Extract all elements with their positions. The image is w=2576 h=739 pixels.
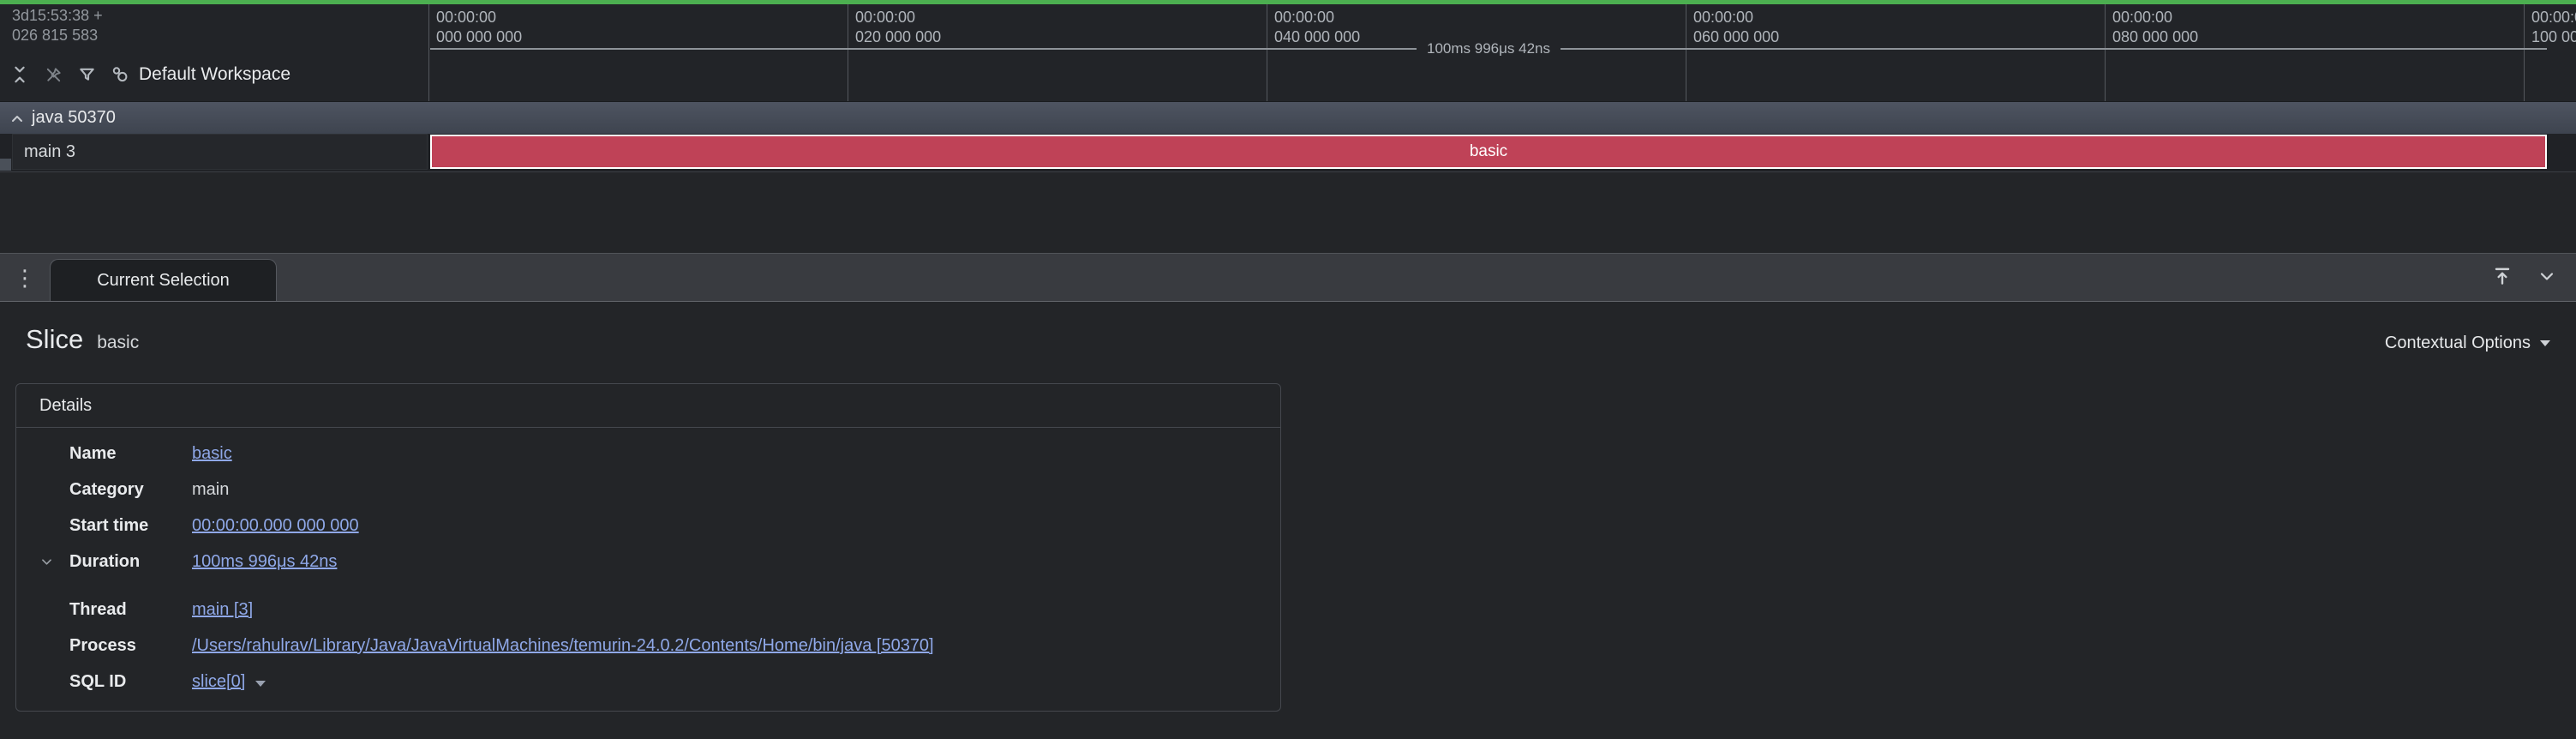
current-selection-panel: Slice basic Contextual Options Details N… bbox=[0, 302, 2576, 739]
tab-label: Current Selection bbox=[97, 271, 230, 291]
selection-duration-label: 100ms 996μs 42ns bbox=[1417, 40, 1561, 57]
detail-row-duration: Duration 100ms 996μs 42ns bbox=[16, 544, 1280, 580]
trace-time-offset: 3d15:53:38 + 026 815 583 bbox=[12, 6, 103, 45]
detail-value: main bbox=[192, 480, 229, 500]
filter-icon[interactable] bbox=[75, 63, 98, 86]
page-title: Slice bbox=[26, 324, 83, 355]
chevron-down-icon[interactable] bbox=[2535, 264, 2559, 288]
slice-label: basic bbox=[1470, 142, 1507, 161]
contextual-options-button[interactable]: Contextual Options bbox=[2385, 333, 2550, 353]
detail-label: Category bbox=[69, 480, 192, 500]
perfetto-trace-viewer: 00:00:00000 000 000 00:00:00020 000 000 … bbox=[0, 0, 2576, 739]
contextual-options-label: Contextual Options bbox=[2385, 333, 2531, 353]
details-section: Details Name basic Category main Start t… bbox=[15, 383, 1281, 712]
timeline-empty-area bbox=[0, 172, 2576, 253]
track-shelf[interactable]: main 3 bbox=[12, 134, 428, 170]
name-link[interactable]: basic bbox=[192, 444, 232, 464]
drawer-controls bbox=[2490, 264, 2559, 288]
detail-row-category: Category main bbox=[16, 472, 1280, 508]
process-group-header[interactable]: java 50370 bbox=[0, 101, 2576, 134]
workspaces-icon bbox=[109, 63, 131, 86]
slice-basic[interactable]: basic bbox=[430, 135, 2547, 169]
detail-label: Thread bbox=[69, 600, 192, 620]
details-rows: Name basic Category main Start time 00:0… bbox=[16, 428, 1280, 711]
tab-current-selection[interactable]: Current Selection bbox=[50, 259, 277, 301]
pin-off-icon[interactable] bbox=[42, 63, 64, 86]
start-time-link[interactable]: 00:00:00.000 000 000 bbox=[192, 516, 359, 536]
process-group-label: java 50370 bbox=[32, 108, 116, 128]
duration-link[interactable]: 100ms 996μs 42ns bbox=[192, 552, 337, 572]
page-subtitle: basic bbox=[97, 333, 139, 353]
expand-panel-icon[interactable] bbox=[2490, 264, 2514, 288]
detail-label: Process bbox=[69, 636, 192, 656]
detail-row-start-time: Start time 00:00:00.000 000 000 bbox=[16, 508, 1280, 544]
caret-down-icon bbox=[2540, 340, 2550, 346]
workspace-label: Default Workspace bbox=[139, 64, 291, 85]
timeline-header: 00:00:00000 000 000 00:00:00020 000 000 … bbox=[0, 4, 2576, 101]
kebab-menu-icon[interactable]: ⋮ bbox=[14, 265, 34, 291]
sql-id-dropdown-icon[interactable] bbox=[255, 681, 266, 687]
detail-label: Duration bbox=[69, 552, 192, 572]
process-link[interactable]: /Users/rahulrav/Library/Java/JavaVirtual… bbox=[192, 636, 934, 656]
group-indicator-strip bbox=[0, 159, 11, 171]
detail-row-process: Process /Users/rahulrav/Library/Java/Jav… bbox=[16, 628, 1280, 664]
selection-title-row: Slice basic Contextual Options bbox=[0, 302, 2576, 355]
expand-duration-icon[interactable] bbox=[40, 557, 69, 567]
thread-track-row: main 3 basic bbox=[0, 134, 2576, 171]
track-label: main 3 bbox=[24, 142, 75, 162]
chevron-up-icon bbox=[10, 113, 24, 123]
workspace-selector[interactable]: Default Workspace bbox=[109, 63, 291, 86]
detail-label: SQL ID bbox=[69, 672, 192, 692]
track-toolbar: Default Workspace bbox=[9, 57, 291, 92]
detail-row-name: Name basic bbox=[16, 436, 1280, 472]
thread-link[interactable]: main [3] bbox=[192, 600, 253, 620]
ruler-tick bbox=[428, 4, 429, 101]
detail-row-sql-id: SQL ID slice[0] bbox=[16, 664, 1280, 700]
selection-duration-measure: 100ms 996μs 42ns bbox=[430, 41, 2547, 57]
detail-row-thread: Thread main [3] bbox=[16, 592, 1280, 628]
sql-id-link[interactable]: slice[0] bbox=[192, 672, 245, 692]
detail-label: Name bbox=[69, 444, 192, 464]
collapse-all-icon[interactable] bbox=[9, 63, 31, 86]
detail-label: Start time bbox=[69, 516, 192, 536]
drawer-tab-bar: ⋮ Current Selection bbox=[0, 253, 2576, 302]
details-section-title: Details bbox=[16, 384, 1280, 428]
